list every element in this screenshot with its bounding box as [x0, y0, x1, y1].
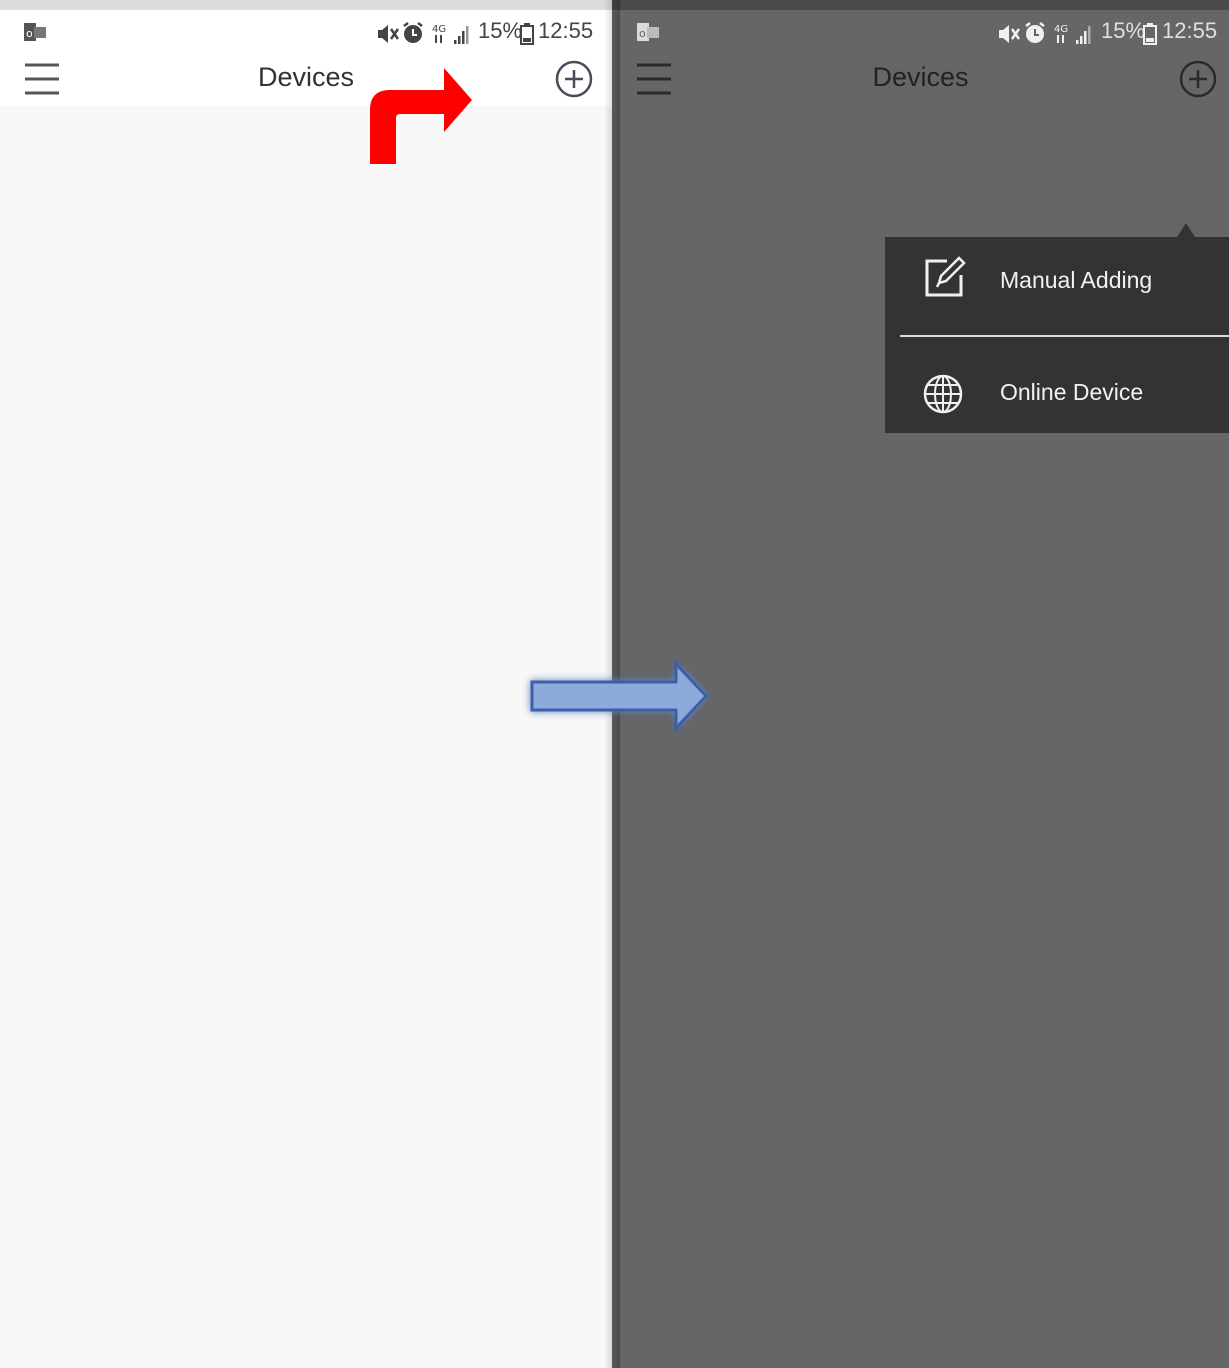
app-bar: Devices	[0, 56, 612, 106]
network-4g-icon: 4G	[432, 24, 469, 44]
app-bar: Devices	[612, 56, 1229, 106]
globe-icon	[923, 374, 963, 414]
alarm-icon	[1025, 22, 1045, 43]
svg-text:o: o	[639, 27, 646, 40]
edit-icon	[925, 256, 966, 297]
add-device-icon[interactable]	[1178, 59, 1218, 99]
menu-item-online-device[interactable]: Online Device	[885, 343, 1229, 439]
page-title: Devices	[257, 62, 355, 92]
status-bar: o 4G 15% 12:55	[0, 10, 612, 56]
battery-icon	[520, 23, 534, 45]
blue-right-arrow-icon	[530, 660, 709, 732]
battery-icon	[1143, 23, 1157, 45]
svg-text:o: o	[26, 27, 33, 40]
battery-percent: 15%	[478, 18, 523, 43]
outlook-icon: o	[24, 23, 46, 41]
battery-percent: 15%	[1101, 18, 1146, 43]
status-time: 12:55	[1162, 18, 1218, 43]
network-4g-icon: 4G	[1054, 24, 1091, 44]
menu-item-manual-adding[interactable]: Manual Adding	[885, 239, 1229, 335]
page-title: Devices	[872, 62, 969, 92]
outlook-icon: o	[637, 23, 659, 41]
svg-text:4G: 4G	[432, 24, 446, 35]
menu-item-label: Online Device	[1000, 379, 1144, 405]
svg-text:4G: 4G	[1054, 24, 1068, 35]
status-bar: o 4G 15% 12:55	[612, 10, 1229, 56]
mute-icon	[999, 25, 1021, 43]
alarm-icon	[403, 22, 423, 43]
menu-divider	[900, 335, 1229, 337]
status-time: 12:55	[538, 18, 594, 43]
red-bent-arrow-icon	[370, 68, 472, 164]
device-list-empty	[0, 106, 612, 1368]
mute-icon	[378, 25, 400, 43]
add-device-icon[interactable]	[554, 59, 594, 99]
menu-item-label: Manual Adding	[1000, 267, 1153, 293]
add-device-menu: Manual Adding Online Device	[885, 223, 1229, 433]
menu-caret	[1177, 223, 1195, 237]
